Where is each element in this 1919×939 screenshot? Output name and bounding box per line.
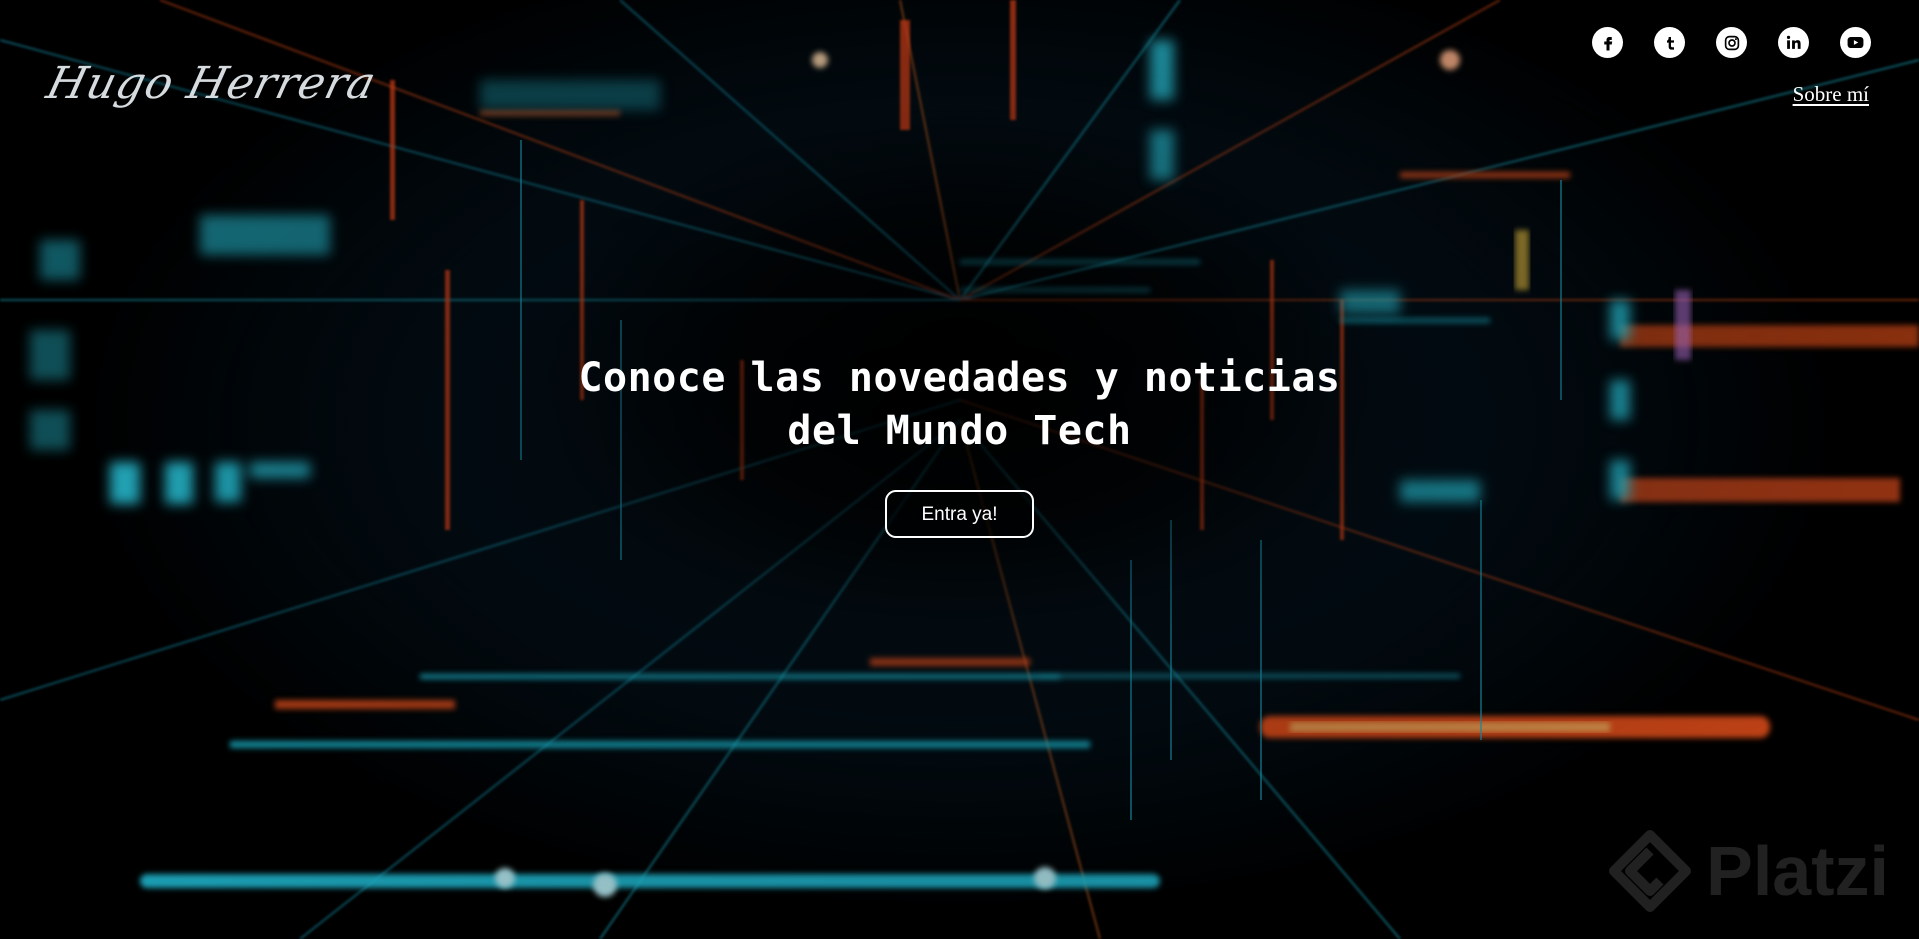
watermark-text: Platzi	[1706, 832, 1889, 910]
social-links	[1592, 27, 1871, 58]
site-logo[interactable]: Hugo Herrera	[42, 58, 382, 109]
hero-title: Conoce las novedades y noticias del Mund…	[0, 352, 1919, 458]
facebook-link[interactable]	[1592, 27, 1623, 58]
hero-section: Hugo Herrera Sobre mí Conoce las novedad…	[0, 0, 1919, 939]
platzi-watermark: Platzi	[1608, 829, 1889, 913]
about-link[interactable]: Sobre mí	[1793, 82, 1869, 107]
facebook-icon	[1603, 36, 1612, 50]
hero-title-line1: Conoce las novedades y noticias	[578, 355, 1341, 401]
instagram-icon	[1724, 35, 1739, 50]
hero-content: Conoce las novedades y noticias del Mund…	[0, 352, 1919, 538]
instagram-link[interactable]	[1716, 27, 1747, 58]
tumblr-link[interactable]	[1654, 27, 1685, 58]
linkedin-icon	[1786, 35, 1801, 49]
tumblr-icon	[1666, 36, 1674, 50]
youtube-link[interactable]	[1840, 27, 1871, 58]
platzi-logo-icon	[1609, 830, 1692, 912]
hero-title-line2: del Mundo Tech	[787, 408, 1132, 454]
linkedin-link[interactable]	[1778, 27, 1809, 58]
enter-button[interactable]: Entra ya!	[885, 490, 1034, 538]
youtube-icon	[1847, 36, 1864, 49]
